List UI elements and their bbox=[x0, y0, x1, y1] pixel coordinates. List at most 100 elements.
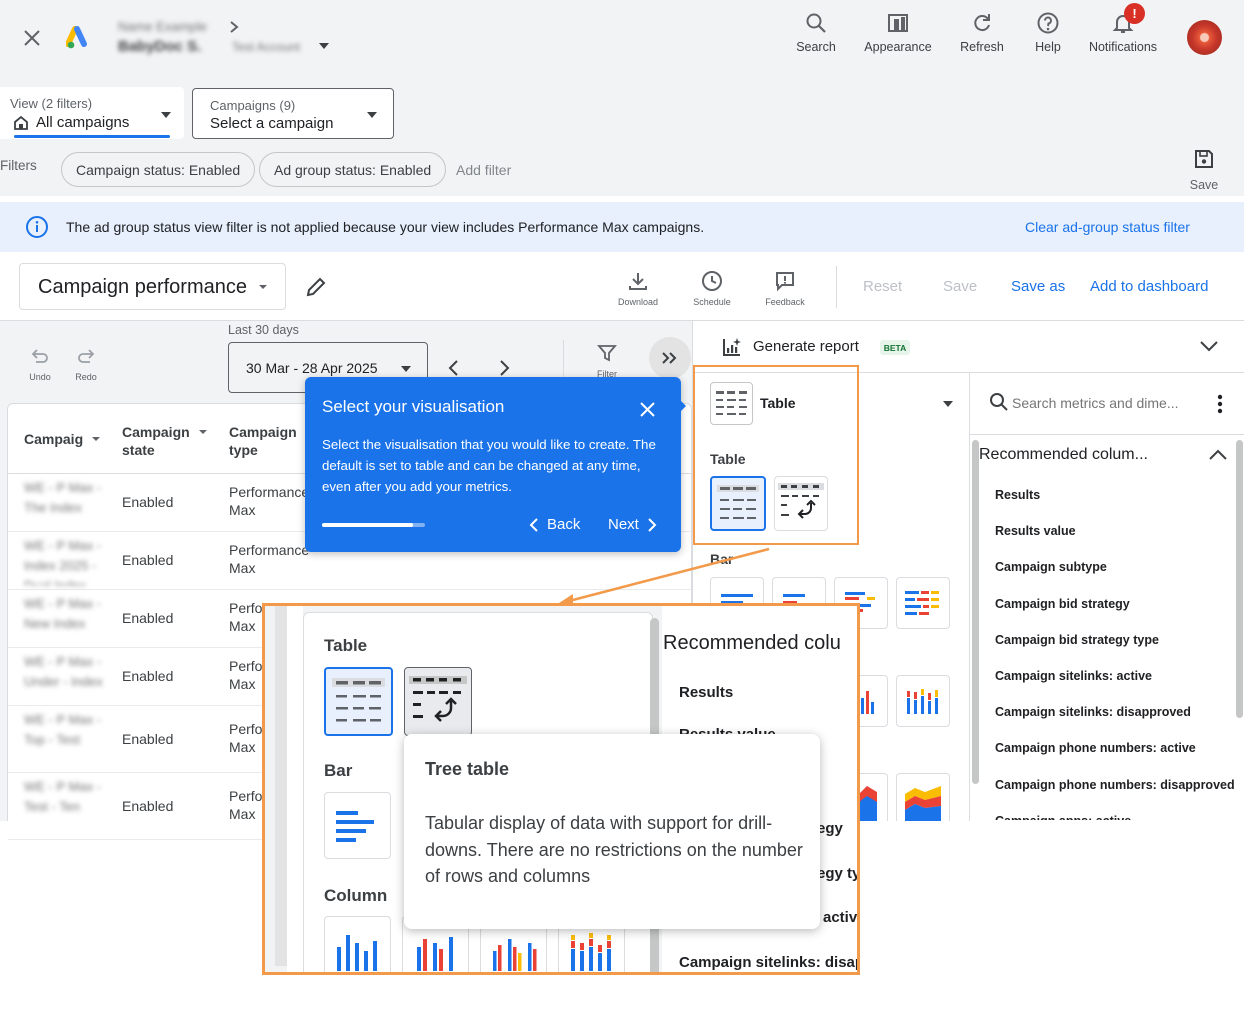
edit-title-icon[interactable] bbox=[304, 275, 328, 299]
nav-notifications[interactable]: Notifications bbox=[1080, 10, 1166, 54]
zoom-rec-item-results[interactable]: Results bbox=[679, 684, 733, 701]
zoom-viz-option-bar[interactable] bbox=[324, 792, 391, 859]
generate-report-label[interactable]: Generate report bbox=[753, 338, 859, 355]
redo-label: Redo bbox=[75, 372, 97, 382]
recommended-column-item[interactable]: Results bbox=[995, 488, 1040, 502]
info-banner-text: The ad group status view filter is not a… bbox=[66, 219, 705, 235]
coachmark-pointer bbox=[677, 397, 686, 415]
zoom-viz-option-table[interactable] bbox=[324, 667, 393, 736]
report-title-caret-icon bbox=[258, 284, 268, 290]
column-chart-icon bbox=[337, 935, 377, 971]
recommended-column-item[interactable]: Campaign phone numbers: active bbox=[995, 741, 1196, 755]
viz-option-column-stacked[interactable] bbox=[896, 675, 950, 727]
campaign-name-cell[interactable]: WE - P Max - New Index bbox=[24, 594, 104, 644]
recommended-column-item[interactable]: Results value bbox=[995, 524, 1076, 538]
viz-option-area-stacked[interactable] bbox=[896, 773, 950, 821]
campaign-type-cell: Performance Max bbox=[229, 484, 310, 518]
sort-state-icon[interactable] bbox=[198, 429, 208, 435]
rec-scrollbar[interactable] bbox=[1236, 440, 1243, 718]
date-prev-icon[interactable] bbox=[447, 358, 461, 378]
download-label: Download bbox=[617, 297, 659, 307]
report-title-dropdown[interactable]: Campaign performance bbox=[19, 263, 286, 310]
coachmark-next-button[interactable]: Next bbox=[608, 516, 657, 533]
column-header-campaign-label: Campaig bbox=[24, 431, 84, 447]
report-title: Campaign performance bbox=[38, 276, 247, 298]
feedback-button[interactable]: Feedback bbox=[760, 270, 810, 307]
add-filter-button[interactable]: Add filter bbox=[456, 162, 511, 178]
schedule-label: Schedule bbox=[693, 297, 731, 307]
coachmark-close-icon[interactable] bbox=[640, 402, 655, 417]
zoom-rec-item-sitelinks-disapproved[interactable]: Campaign sitelinks: disap bbox=[679, 954, 857, 971]
filters-label: Filters bbox=[0, 158, 37, 173]
filter-chip-ad-group-status[interactable]: Ad group status: Enabled bbox=[259, 152, 447, 187]
campaign-name-cell[interactable]: WE - P Max - Index 2025 - Dual Index bbox=[24, 536, 104, 586]
column-header-state[interactable]: Campaign state bbox=[122, 423, 192, 459]
campaign-name-cell[interactable]: WE - P Max - Under - Index bbox=[24, 652, 104, 702]
date-next-icon[interactable] bbox=[497, 358, 511, 378]
recommended-column-item[interactable]: Campaign phone numbers: disapproved bbox=[995, 778, 1235, 792]
save-as-button[interactable]: Save as bbox=[1011, 278, 1065, 295]
recommended-column-item[interactable]: Campaign apps: active bbox=[995, 814, 1131, 820]
campaign-selector[interactable]: Campaigns (9) Select a campaign bbox=[192, 88, 394, 139]
chevron-up-icon[interactable] bbox=[1208, 448, 1228, 462]
view-selector[interactable]: View (2 filters) All campaigns bbox=[0, 87, 184, 139]
chevron-right-icon bbox=[648, 517, 657, 532]
expand-panel-button[interactable] bbox=[649, 337, 691, 379]
nav-appearance[interactable]: Appearance bbox=[858, 10, 938, 54]
more-options-icon[interactable] bbox=[1217, 394, 1223, 414]
download-button[interactable]: Download bbox=[613, 270, 663, 307]
recommended-column-item[interactable]: Campaign bid strategy type bbox=[995, 633, 1159, 647]
refresh-icon bbox=[974, 14, 990, 32]
column-header-campaign[interactable]: Campaig bbox=[24, 431, 101, 447]
viz-option-multi-bar[interactable] bbox=[896, 577, 950, 629]
nav-refresh-label: Refresh bbox=[960, 40, 1004, 54]
filter-button[interactable]: Filter bbox=[590, 343, 624, 377]
reset-button[interactable]: Reset bbox=[863, 278, 902, 295]
campaign-name-cell[interactable]: WE - P Max - Test - Ten bbox=[24, 777, 104, 836]
metric-search-input[interactable] bbox=[1012, 392, 1192, 414]
account-name[interactable]: Name Example bbox=[118, 19, 207, 34]
tooltip-title: Tree table bbox=[425, 759, 510, 779]
coachmark-back-button[interactable]: Back bbox=[529, 516, 580, 533]
viz-dropdown-icon bbox=[942, 400, 954, 408]
campaign-name-cell[interactable]: WE - P Max - Top - Test bbox=[24, 710, 104, 769]
notification-badge: ! bbox=[1124, 3, 1145, 24]
save-report-button[interactable]: Save bbox=[943, 278, 977, 295]
account-dropdown-icon[interactable] bbox=[318, 42, 330, 50]
zoom-viz-option-tree-table[interactable] bbox=[404, 667, 472, 736]
avatar[interactable] bbox=[1187, 20, 1222, 55]
collapse-panel-icon[interactable] bbox=[1199, 339, 1219, 353]
undo-button[interactable]: Undo bbox=[25, 346, 55, 382]
recommended-column-item[interactable]: Campaign sitelinks: active bbox=[995, 669, 1152, 683]
zoom-rec-item-sitelinks-active[interactable]: activ bbox=[823, 909, 857, 926]
recommended-column-item[interactable]: Campaign bid strategy bbox=[995, 597, 1130, 611]
recommended-column-item[interactable]: Campaign subtype bbox=[995, 560, 1107, 574]
zoom-rec-item-bid-strategy-type[interactable]: egy ty bbox=[817, 865, 857, 882]
date-caption: Last 30 days bbox=[228, 323, 299, 337]
schedule-button[interactable]: Schedule bbox=[687, 270, 737, 307]
clear-adgroup-filter-link[interactable]: Clear ad-group status filter bbox=[1025, 219, 1190, 235]
filters-save-button[interactable]: Save bbox=[1184, 148, 1224, 192]
recommended-columns-header[interactable]: Recommended colum... bbox=[979, 446, 1179, 464]
campaign-state-cell: Enabled bbox=[122, 552, 174, 568]
close-icon[interactable] bbox=[18, 24, 46, 52]
feedback-icon bbox=[776, 272, 794, 292]
zoom-rec-item-bid-strategy[interactable]: egy bbox=[817, 820, 843, 837]
stacked-area-icon bbox=[905, 786, 941, 821]
campaign-name-cell[interactable]: WE - P Max - The Index bbox=[24, 478, 104, 528]
column-header-type[interactable]: Campaign type bbox=[229, 423, 301, 459]
recommended-column-item[interactable]: Campaign sitelinks: disapproved bbox=[995, 705, 1191, 719]
redo-icon bbox=[78, 349, 95, 363]
metric-search-icon bbox=[989, 392, 1009, 412]
nav-help[interactable]: Help bbox=[1008, 10, 1088, 54]
add-to-dashboard-button[interactable]: Add to dashboard bbox=[1090, 278, 1208, 295]
filter-chip-campaign-status[interactable]: Campaign status: Enabled bbox=[61, 152, 256, 187]
nav-search[interactable]: Search bbox=[776, 10, 856, 54]
viz-scrollbar[interactable] bbox=[972, 440, 979, 784]
redo-button[interactable]: Redo bbox=[71, 346, 101, 382]
nav-notifications-label: Notifications bbox=[1088, 40, 1158, 54]
zoom-left-gutter bbox=[275, 606, 287, 966]
zoom-viz-option-column[interactable] bbox=[324, 916, 391, 972]
google-ads-logo bbox=[66, 26, 94, 50]
account-sub[interactable]: BabyDoc S. bbox=[118, 38, 201, 55]
